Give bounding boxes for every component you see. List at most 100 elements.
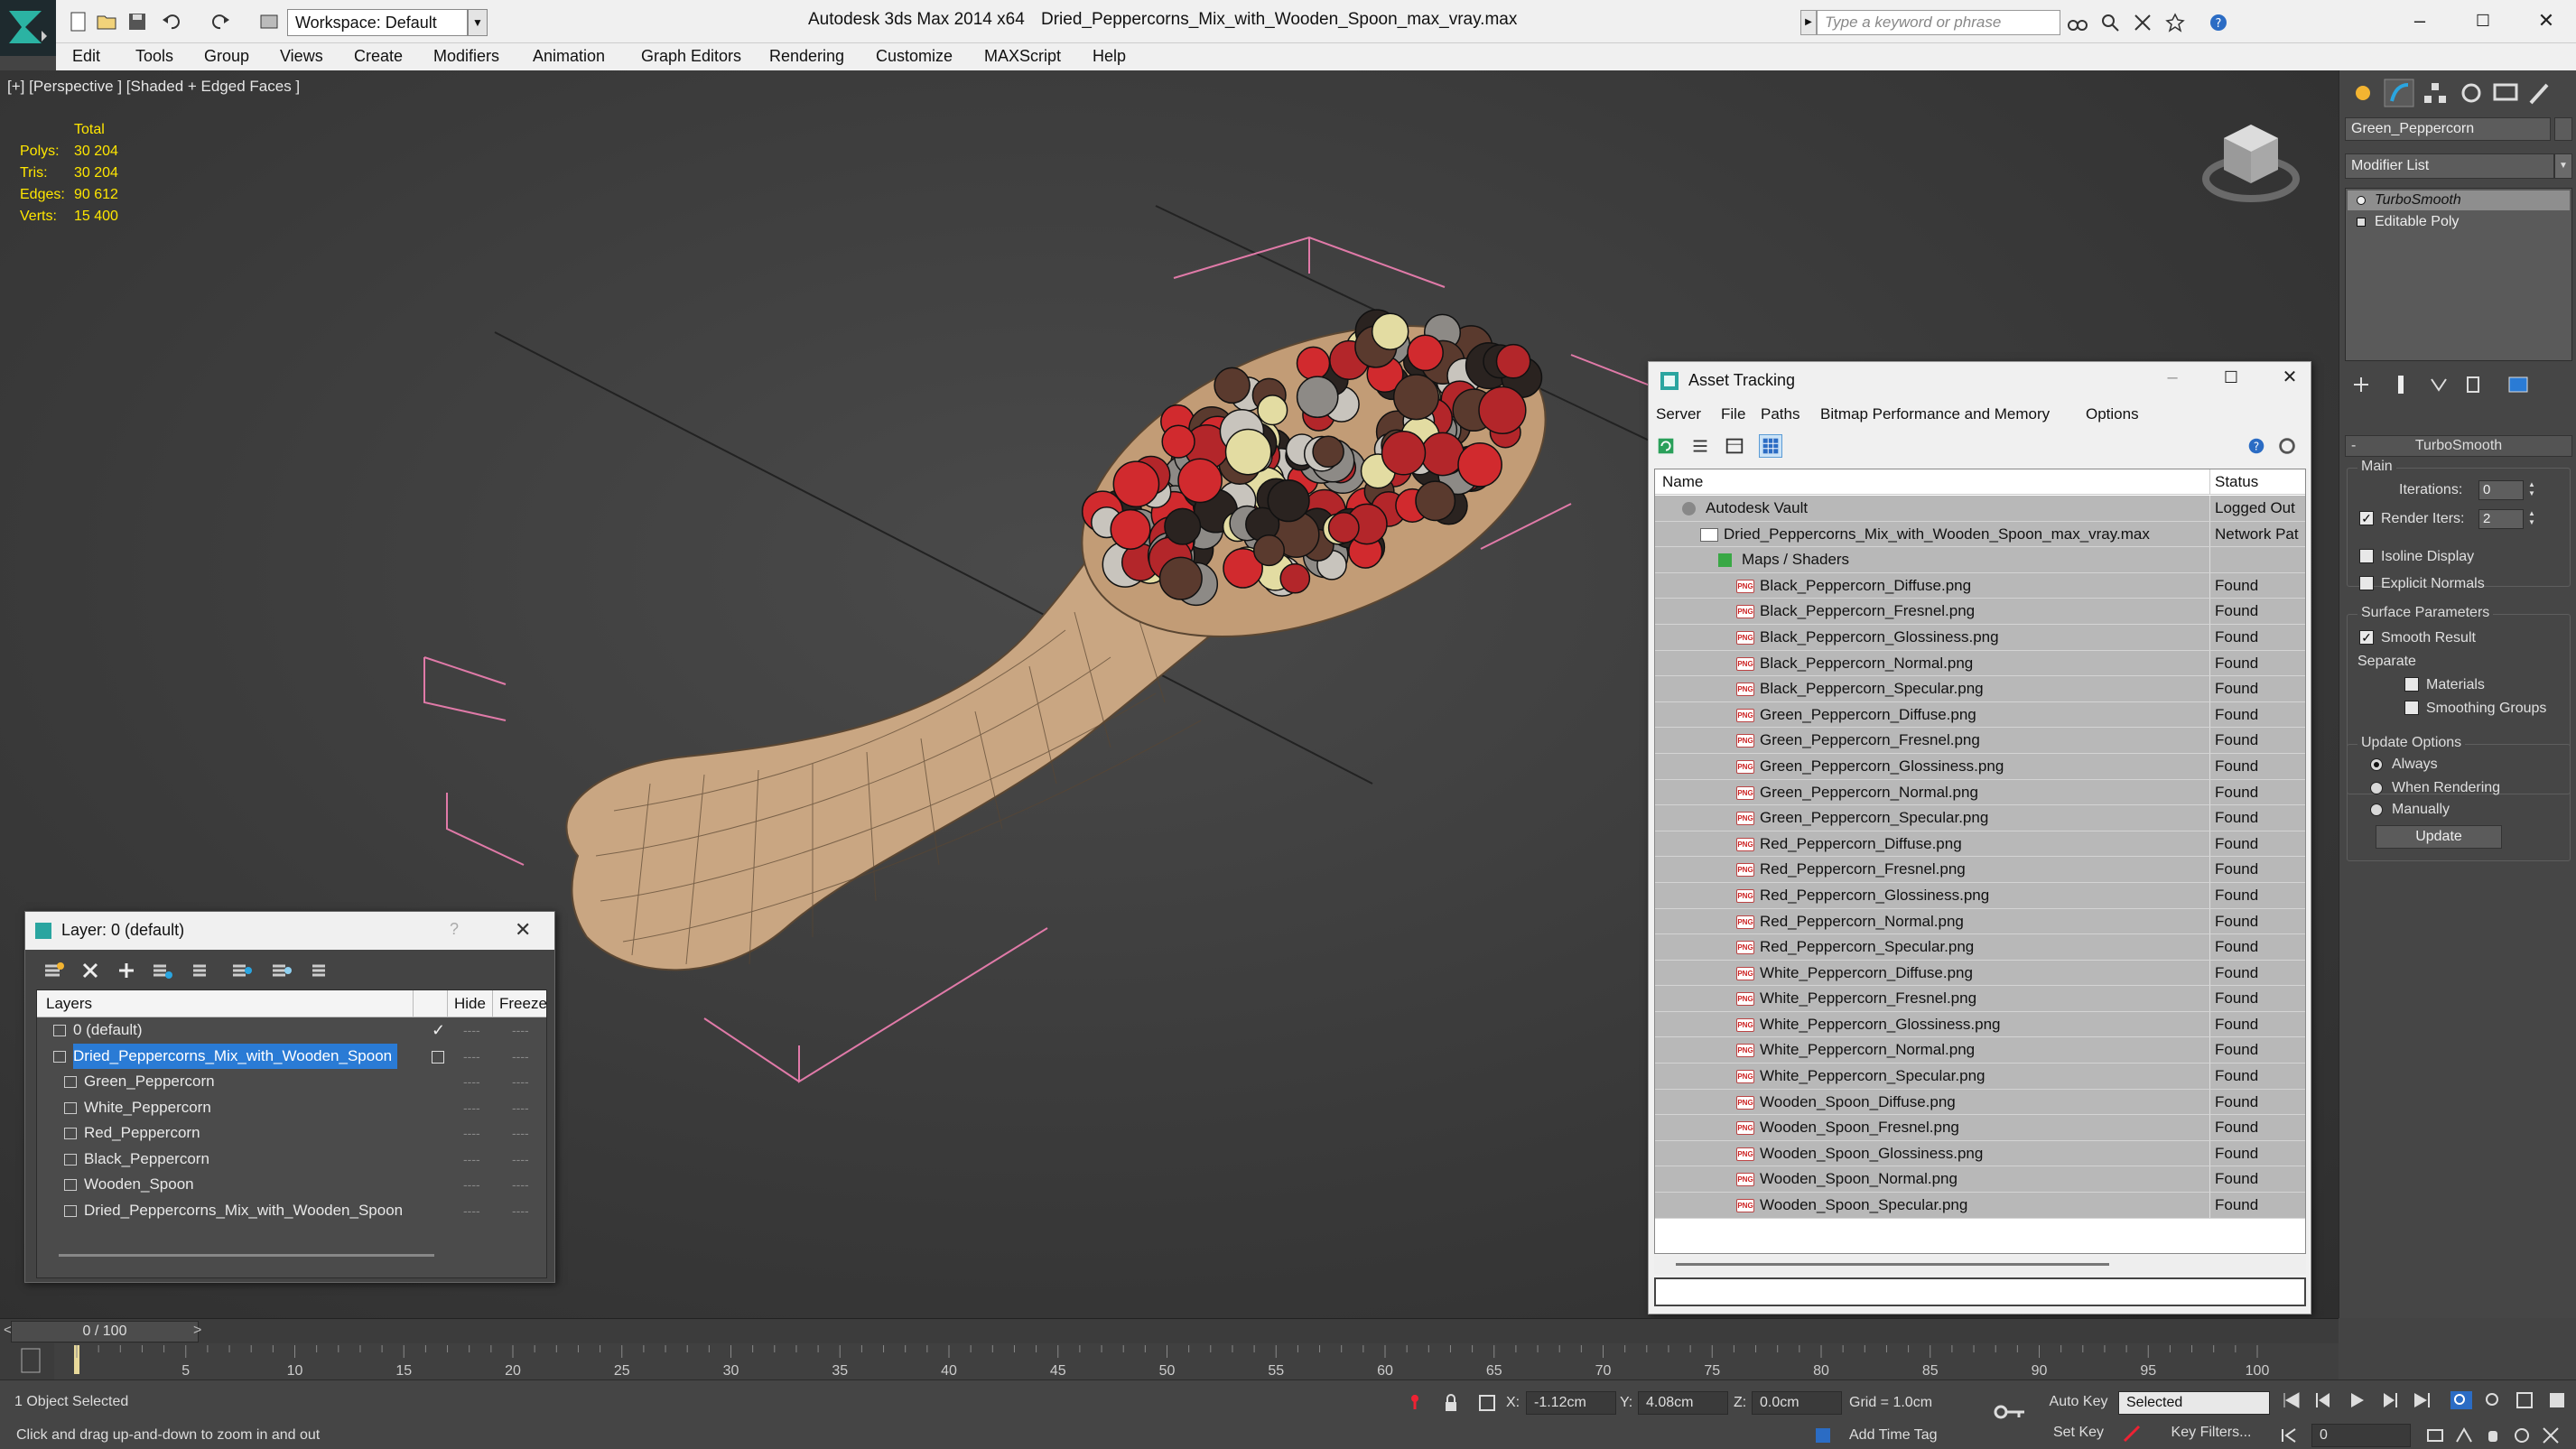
menu-help[interactable]: Help xyxy=(1093,47,1126,66)
asset-row[interactable]: Autodesk Vault Logged Out xyxy=(1655,496,2305,522)
motion-tab-icon[interactable] xyxy=(2455,78,2488,108)
layer-row[interactable]: Black_Peppercorn ---- ---- xyxy=(37,1147,546,1173)
freeze-toggle[interactable]: ---- xyxy=(512,1095,529,1120)
asset-row[interactable]: PNG Red_Peppercorn_Specular.png Found xyxy=(1655,934,2305,961)
show-end-result-icon[interactable] xyxy=(2388,372,2413,397)
search-input[interactable]: Type a keyword or phrase xyxy=(1817,10,2060,35)
app-logo-button[interactable] xyxy=(0,0,56,56)
asset-row[interactable]: PNG Green_Peppercorn_Fresnel.png Found xyxy=(1655,728,2305,754)
make-unique-icon[interactable] xyxy=(2426,372,2451,397)
select-objects-icon[interactable] xyxy=(150,959,175,982)
previous-frame-icon[interactable] xyxy=(2311,1389,2337,1411)
create-layer-icon[interactable] xyxy=(42,959,67,982)
next-frame-icon[interactable] xyxy=(2376,1389,2402,1411)
freeze-toggle[interactable]: ---- xyxy=(512,1044,529,1069)
layer-close-icon[interactable]: ✕ xyxy=(515,918,531,942)
create-tab-icon[interactable] xyxy=(2347,78,2379,108)
asset-row[interactable]: PNG Red_Peppercorn_Diffuse.png Found xyxy=(1655,831,2305,858)
turbosmooth-rollout-header[interactable]: - TurboSmooth xyxy=(2345,435,2572,457)
current-layer-check-icon[interactable]: ✓ xyxy=(432,1017,445,1043)
menu-rendering[interactable]: Rendering xyxy=(769,47,844,66)
zoom-extents-all-icon[interactable] xyxy=(2546,1389,2571,1411)
close-window-icon[interactable]: ✕ xyxy=(2528,7,2564,34)
asset-help-icon[interactable]: ? xyxy=(2245,434,2268,458)
hide-toggle[interactable]: ---- xyxy=(463,1044,480,1069)
column-divider[interactable] xyxy=(413,990,414,1017)
asset-row[interactable]: PNG White_Peppercorn_Specular.png Found xyxy=(1655,1064,2305,1090)
key-filters-button[interactable]: Key Filters... xyxy=(2153,1422,2270,1445)
minimize-window-icon[interactable]: – xyxy=(2402,7,2438,34)
save-file-icon[interactable] xyxy=(126,11,150,33)
object-color-swatch[interactable] xyxy=(2554,117,2572,141)
hide-toggle[interactable]: ---- xyxy=(463,1172,480,1197)
asset-horizontal-scrollbar[interactable] xyxy=(1654,1256,2306,1274)
column-divider[interactable] xyxy=(447,990,448,1017)
asset-row[interactable]: PNG White_Peppercorn_Fresnel.png Found xyxy=(1655,986,2305,1012)
hide-toggle[interactable]: ---- xyxy=(463,1120,480,1146)
asset-row[interactable]: PNG Black_Peppercorn_Normal.png Found xyxy=(1655,650,2305,677)
asset-close-icon[interactable]: ✕ xyxy=(2272,364,2308,391)
hierarchy-tab-icon[interactable] xyxy=(2419,78,2451,108)
menu-customize[interactable]: Customize xyxy=(876,47,953,66)
iterations-spinner[interactable]: 0 xyxy=(2478,480,2524,500)
freeze-all-layers-icon[interactable] xyxy=(269,959,294,982)
asset-row[interactable]: Dried_Peppercorns_Mix_with_Wooden_Spoon_… xyxy=(1655,521,2305,548)
layer-help-icon[interactable]: ? xyxy=(450,920,459,939)
menu-modifiers[interactable]: Modifiers xyxy=(433,47,499,66)
asset-row[interactable]: PNG Black_Peppercorn_Specular.png Found xyxy=(1655,676,2305,702)
always-radio[interactable] xyxy=(2370,758,2383,771)
go-to-end-icon[interactable] xyxy=(2409,1389,2434,1411)
next-frame-arrow-icon[interactable]: > xyxy=(193,1323,201,1339)
when-rendering-radio[interactable] xyxy=(2370,782,2383,794)
current-frame-field[interactable]: 0 xyxy=(2311,1424,2411,1447)
hide-toggle[interactable]: ---- xyxy=(463,1095,480,1120)
maximize-viewport-icon[interactable] xyxy=(2541,1426,2561,1445)
column-header-hide[interactable]: Hide xyxy=(454,995,486,1013)
explicit-normals-checkbox[interactable] xyxy=(2359,576,2374,590)
spinner-arrows-icon[interactable]: ▲ ▼ xyxy=(2525,509,2538,529)
utilities-tab-icon[interactable] xyxy=(2524,78,2556,108)
render-iters-checkbox[interactable]: ✓ xyxy=(2359,511,2374,525)
communication-center-icon[interactable] xyxy=(2133,13,2153,33)
layer-row[interactable]: Red_Peppercorn ---- ---- xyxy=(37,1120,546,1147)
asset-row[interactable]: PNG Red_Peppercorn_Glossiness.png Found xyxy=(1655,882,2305,909)
modify-tab-icon[interactable] xyxy=(2383,78,2415,108)
project-folder-icon[interactable] xyxy=(258,11,282,33)
manually-radio[interactable] xyxy=(2370,803,2383,816)
play-icon[interactable] xyxy=(2344,1389,2369,1411)
set-key-pencil-icon[interactable] xyxy=(2122,1424,2142,1444)
asset-maximize-icon[interactable]: ☐ xyxy=(2213,364,2249,391)
undo-icon[interactable] xyxy=(161,11,184,33)
open-file-icon[interactable] xyxy=(96,11,119,33)
selection-lock-icon[interactable] xyxy=(1441,1393,1461,1413)
hide-toggle[interactable]: ---- xyxy=(463,1198,480,1223)
spinner-arrows-icon[interactable]: ▲ ▼ xyxy=(2525,480,2538,500)
asset-menu-file[interactable]: File xyxy=(1721,405,1745,423)
zoom-icon[interactable] xyxy=(2449,1389,2474,1411)
lightbulb-icon[interactable] xyxy=(2357,196,2366,205)
menu-group[interactable]: Group xyxy=(204,47,249,66)
asset-row[interactable]: PNG Black_Peppercorn_Diffuse.png Found xyxy=(1655,572,2305,599)
asset-row[interactable]: PNG White_Peppercorn_Glossiness.png Found xyxy=(1655,1011,2305,1038)
update-button[interactable]: Update xyxy=(2376,825,2502,849)
display-tab-icon[interactable] xyxy=(2489,78,2522,108)
maximize-window-icon[interactable]: ☐ xyxy=(2465,7,2501,34)
workspace-dropdown-arrow-icon[interactable]: ▼ xyxy=(468,9,488,36)
asset-menu-bitmap-performance[interactable]: Bitmap Performance and Memory xyxy=(1820,405,2050,423)
freeze-toggle[interactable]: ---- xyxy=(512,1069,529,1094)
hide-all-layers-icon[interactable] xyxy=(229,959,255,982)
asset-row[interactable]: PNG Wooden_Spoon_Fresnel.png Found xyxy=(1655,1115,2305,1141)
time-slider[interactable]: < 0 / 100 > xyxy=(0,1318,2339,1343)
new-file-icon[interactable] xyxy=(67,11,90,33)
layer-row[interactable]: Dried_Peppercorns_Mix_with_Wooden_Spoon -… xyxy=(37,1198,546,1224)
search-expand-icon[interactable]: ▶ xyxy=(1800,10,1817,35)
layer-row[interactable]: Wooden_Spoon ---- ---- xyxy=(37,1172,546,1198)
column-header-name[interactable]: Name xyxy=(1662,473,1703,491)
asset-settings-icon[interactable] xyxy=(2275,434,2299,458)
track-bar[interactable]: 5 10 15 20 25 30 35 40 45 50 55 60 65 70 75 80 85 90 95 100 xyxy=(0,1343,2339,1379)
add-to-layer-icon[interactable] xyxy=(114,959,139,982)
layer-window-titlebar[interactable]: Layer: 0 (default) ? ✕ xyxy=(25,912,554,950)
grid-view-icon[interactable] xyxy=(1759,434,1782,458)
menu-tools[interactable]: Tools xyxy=(135,47,173,66)
asset-row[interactable]: PNG Wooden_Spoon_Glossiness.png Found xyxy=(1655,1140,2305,1167)
